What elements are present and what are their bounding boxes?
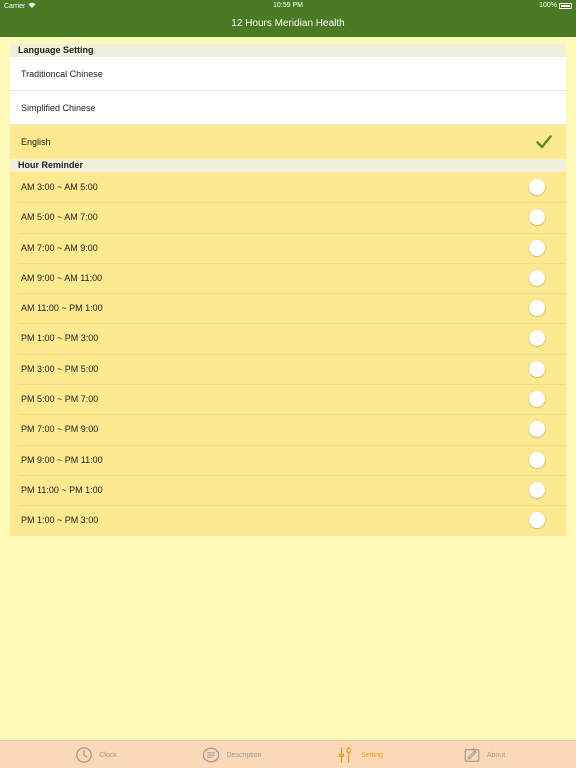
reminder-toggle[interactable] [529,269,545,286]
reminder-label: AM 3:00 ~ AM 5:00 [21,182,98,192]
language-option-label: English [21,137,51,147]
reminder-label: AM 5:00 ~ AM 7:00 [21,212,98,223]
nav-bar: 12 Hours Meridian Health [0,12,576,37]
tab-label: About [486,751,506,759]
reminder-label: PM 11:00 ~ PM 1:00 [21,484,103,495]
reminder-toggle[interactable] [529,512,545,529]
reminder-row: AM 9:00 ~ AM 11:00 [10,262,566,294]
reminder-row: PM 3:00 ~ PM 5:00 [10,353,566,385]
reminder-toggle[interactable] [529,360,545,377]
settings-table[interactable]: Language Setting Traditioncal Chinese Si… [10,44,566,536]
tab-clock[interactable]: Clock [24,741,168,768]
about-icon [464,747,480,762]
tab-bar: Clock Description Setting About [0,740,576,768]
reminder-label: PM 9:00 ~ PM 11:00 [21,454,103,465]
language-option-traditional-chinese[interactable]: Traditioncal Chinese [10,57,566,91]
description-icon [203,747,220,763]
reminder-row: AM 3:00 ~ AM 5:00 [10,172,566,203]
language-option-label: Traditioncal Chinese [21,69,103,79]
reminder-row: AM 11:00 ~ PM 1:00 [10,293,566,324]
tab-label: Clock [99,751,117,759]
status-bar: Carrier 10:59 PM 100% [0,0,576,12]
reminder-toggle[interactable] [529,451,545,468]
reminder-toggle[interactable] [529,421,545,438]
reminder-toggle[interactable] [529,239,545,256]
reminder-list: AM 3:00 ~ AM 5:00 AM 5:00 ~ AM 7:00 AM 7… [10,172,566,536]
reminder-row: AM 7:00 ~ AM 9:00 [10,232,566,263]
reminder-label: AM 7:00 ~ AM 9:00 [21,242,98,253]
reminder-label: PM 7:00 ~ PM 9:00 [21,424,99,435]
reminder-row: AM 5:00 ~ AM 7:00 [10,202,566,233]
tab-label: Description [226,751,262,759]
battery-icon [559,2,572,9]
tab-description[interactable]: Description [160,741,304,768]
reminder-toggle[interactable] [529,481,545,498]
reminder-section-header: Hour Reminder [10,159,566,172]
language-option-simplified-chinese[interactable]: Simplified Chinese [10,91,566,125]
reminder-row: PM 7:00 ~ PM 9:00 [10,414,566,445]
tab-about[interactable]: About [412,741,556,768]
battery-group: 100% [539,2,572,9]
reminder-toggle[interactable] [529,209,545,226]
clock-icon [76,747,93,763]
language-section-header: Language Setting [10,44,566,57]
reminder-row: PM 1:00 ~ PM 3:00 [10,505,566,536]
battery-label: 100% [539,2,557,9]
reminder-label: AM 9:00 ~ AM 11:00 [21,272,103,283]
setting-icon [339,747,352,763]
status-time: 10:59 PM [273,2,303,9]
reminder-label: PM 1:00 ~ PM 3:00 [21,515,99,526]
reminder-label: PM 5:00 ~ PM 7:00 [21,394,99,405]
language-option-label: Simplified Chinese [21,103,96,113]
language-option-english[interactable]: English [10,125,566,159]
reminder-label: PM 3:00 ~ PM 5:00 [21,363,99,374]
tab-label: Setting [361,751,383,759]
reminder-label: AM 11:00 ~ PM 1:00 [21,303,103,314]
reminder-row: PM 1:00 ~ PM 3:00 [10,323,566,354]
reminder-row: PM 5:00 ~ PM 7:00 [10,384,566,415]
checkmark-icon [536,135,552,149]
reminder-toggle[interactable] [529,179,545,195]
page-title: 12 Hours Meridian Health [231,18,345,29]
reminder-toggle[interactable] [529,391,545,408]
tab-setting[interactable]: Setting [288,741,432,768]
reminder-row: PM 11:00 ~ PM 1:00 [10,474,566,506]
reminder-row: PM 9:00 ~ PM 11:00 [10,444,566,475]
reminder-toggle[interactable] [529,330,545,347]
reminder-label: PM 1:00 ~ PM 3:00 [21,333,99,344]
reminder-toggle[interactable] [529,300,545,317]
